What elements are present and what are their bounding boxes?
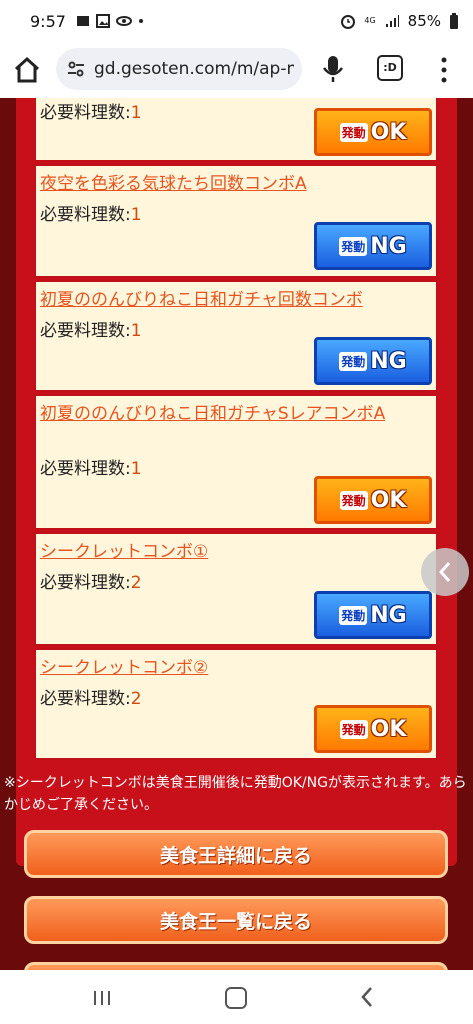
- activate-ng-badge: 発動 NG: [314, 337, 432, 385]
- home-icon[interactable]: [12, 55, 42, 85]
- battery-icon: [450, 13, 458, 29]
- notification-icon: [76, 16, 89, 26]
- activate-ng-badge: 発動 NG: [314, 591, 432, 639]
- required-label: 必要料理数:: [40, 573, 131, 593]
- back-icon[interactable]: [360, 986, 374, 1008]
- required-value: 1: [130, 205, 142, 225]
- activate-ng-badge: 発動 NG: [314, 222, 432, 270]
- status-bar: 9:57 4G 85%: [0, 0, 473, 42]
- partial-button[interactable]: [24, 962, 448, 970]
- browser-toolbar: gd.gesoten.com/m/ap-m :D: [0, 42, 473, 99]
- secret-combo-note: ※シークレットコンボは美食王開催後に発動OK/NGが表示されます。あらかじめご了…: [4, 775, 467, 813]
- page-content: 必要料理数:1 発動 OK 夜空を色彩る気球たち回数コンボA 必要料理数:1 発動…: [0, 98, 473, 970]
- more-menu-icon[interactable]: [436, 54, 452, 86]
- combo-card: 必要料理数:1 発動 OK: [34, 98, 438, 162]
- eye-icon: [115, 16, 132, 26]
- required-label: 必要料理数:: [40, 321, 131, 341]
- required-value: 2: [130, 573, 142, 593]
- combo-title-link[interactable]: 初夏ののんびりねこ日和ガチャ回数コンボ: [40, 288, 432, 312]
- system-nav-bar: [0, 970, 473, 1024]
- image-icon: [95, 14, 110, 28]
- clock: 9:57: [30, 11, 66, 31]
- combo-title-link[interactable]: 初夏ののんびりねこ日和ガチャSレアコンボA: [40, 402, 432, 426]
- site-settings-icon[interactable]: [66, 59, 86, 79]
- activate-ok-badge: 発動 OK: [314, 705, 432, 753]
- required-label: 必要料理数:: [40, 205, 131, 225]
- combo-title-link[interactable]: シークレットコンボ①: [40, 540, 432, 564]
- required-label: 必要料理数:: [40, 459, 131, 479]
- combo-card: 夜空を色彩る気球たち回数コンボA 必要料理数:1 発動 NG: [34, 164, 438, 278]
- required-value: 2: [130, 689, 142, 709]
- mic-icon[interactable]: [320, 54, 346, 84]
- back-to-detail-button[interactable]: 美食王詳細に戻る: [24, 830, 448, 878]
- home-nav-button[interactable]: [225, 987, 247, 1009]
- required-label: 必要料理数:: [40, 103, 131, 123]
- combo-card: 初夏ののんびりねこ日和ガチャSレアコンボA 必要料理数:1 発動 OK: [34, 394, 438, 530]
- dot-icon: [138, 19, 143, 23]
- combo-card: シークレットコンボ① 必要料理数:2 発動 NG: [34, 532, 438, 646]
- activate-ok-badge: 発動 OK: [314, 108, 432, 156]
- activate-ok-badge: 発動 OK: [314, 476, 432, 524]
- required-value: 1: [130, 321, 142, 341]
- url-text[interactable]: gd.gesoten.com/m/ap-m: [94, 59, 294, 79]
- combo-title-link[interactable]: 夜空を色彩る気球たち回数コンボA: [40, 172, 432, 196]
- battery-level: 85%: [407, 12, 441, 30]
- tab-switcher-button[interactable]: :D: [377, 55, 403, 81]
- network-type: 4G: [364, 16, 376, 25]
- combo-title-link[interactable]: シークレットコンボ②: [40, 656, 432, 680]
- side-panel-handle[interactable]: [421, 548, 469, 596]
- alarm-icon: [341, 15, 356, 29]
- recent-apps-icon[interactable]: [92, 990, 112, 1006]
- combo-card: シークレットコンボ② 必要料理数:2 発動 OK: [34, 648, 438, 760]
- signal-icon: [385, 15, 399, 27]
- chevron-left-icon: [438, 562, 451, 582]
- required-value: 1: [130, 459, 142, 479]
- back-to-list-button[interactable]: 美食王一覧に戻る: [24, 896, 448, 944]
- address-bar[interactable]: gd.gesoten.com/m/ap-m: [56, 48, 302, 90]
- required-label: 必要料理数:: [40, 689, 131, 709]
- required-value: 1: [130, 103, 142, 123]
- combo-card: 初夏ののんびりねこ日和ガチャ回数コンボ 必要料理数:1 発動 NG: [34, 280, 438, 392]
